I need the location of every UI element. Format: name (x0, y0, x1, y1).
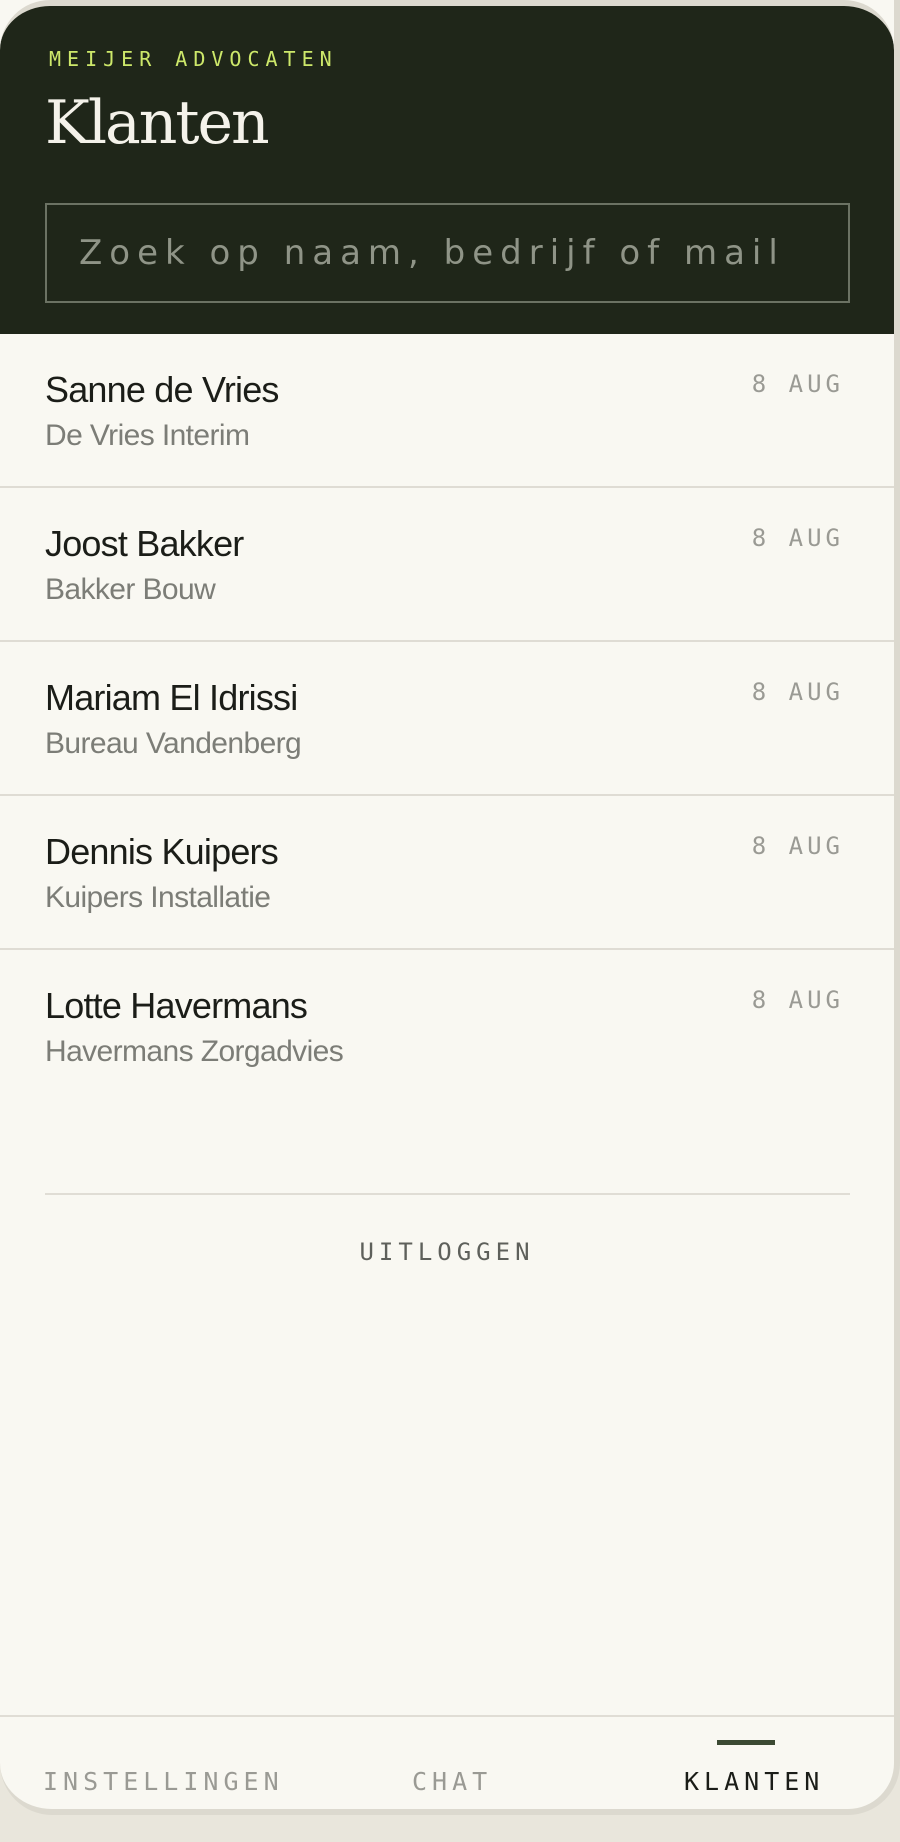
header: MEIJER ADVOCATEN Klanten (0, 0, 894, 334)
client-name: Lotte Havermans (45, 985, 308, 1026)
client-row[interactable]: Sanne de Vries De Vries Interim 8 AUG (0, 334, 894, 488)
client-row[interactable]: Dennis Kuipers Kuipers Installatie 8 AUG (0, 796, 894, 950)
client-company: De Vries Interim (45, 419, 250, 452)
client-row[interactable]: Joost Bakker Bakker Bouw 8 AUG (0, 488, 894, 642)
client-name: Mariam El Idrissi (45, 677, 298, 718)
client-name: Sanne de Vries (45, 369, 279, 410)
client-name: Joost Bakker (45, 523, 244, 564)
active-tab-indicator (717, 1740, 775, 1745)
client-company: Kuipers Installatie (45, 881, 271, 914)
tab-chat[interactable]: CHAT (412, 1767, 492, 1796)
client-date: 8 AUG (751, 524, 844, 552)
client-date: 8 AUG (751, 832, 844, 860)
client-list: Sanne de Vries De Vries Interim 8 AUG Jo… (0, 334, 894, 1104)
bottom-nav: INSTELLINGEN CHAT KLANTEN (0, 1715, 894, 1809)
search-box (45, 203, 850, 303)
tab-klanten[interactable]: KLANTEN (684, 1767, 824, 1796)
logout-button[interactable]: UITLOGGEN (0, 1238, 894, 1266)
client-date: 8 AUG (751, 986, 844, 1014)
client-row[interactable]: Lotte Havermans Havermans Zorgadvies 8 A… (0, 950, 894, 1104)
client-company: Havermans Zorgadvies (45, 1035, 344, 1068)
page-title: Klanten (45, 88, 270, 158)
client-row[interactable]: Mariam El Idrissi Bureau Vandenberg 8 AU… (0, 642, 894, 796)
client-company: Bakker Bouw (45, 573, 216, 606)
search-input[interactable] (47, 205, 848, 301)
client-name: Dennis Kuipers (45, 831, 279, 872)
tab-instellingen[interactable]: INSTELLINGEN (43, 1767, 284, 1796)
client-date: 8 AUG (751, 678, 844, 706)
client-date: 8 AUG (751, 370, 844, 398)
firm-name: MEIJER ADVOCATEN (49, 47, 338, 71)
client-company: Bureau Vandenberg (45, 727, 302, 760)
app-screen: MEIJER ADVOCATEN Klanten Sanne de Vries … (0, 0, 900, 1815)
logout-divider (45, 1193, 850, 1195)
